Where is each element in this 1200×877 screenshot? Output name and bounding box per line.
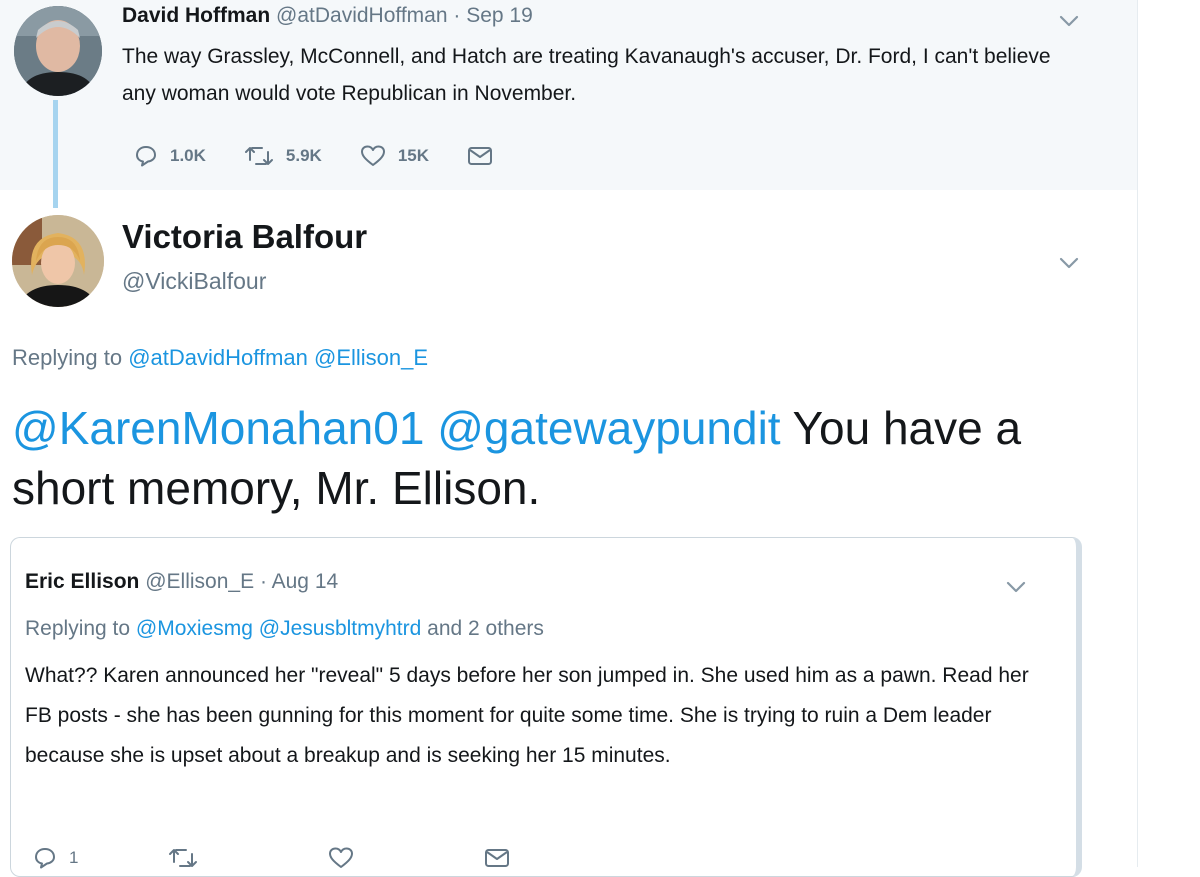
author-handle[interactable]: @Ellison_E — [145, 570, 254, 593]
reply-count: 1.0K — [170, 146, 206, 165]
retweet-button[interactable] — [168, 846, 198, 870]
tweet-header: David Hoffman @atDavidHoffman · Sep 19 — [122, 4, 533, 28]
tweet-actions: 1 — [33, 846, 548, 870]
replying-prefix: Replying to — [12, 345, 123, 370]
envelope-icon — [468, 147, 493, 165]
replying-to: Replying to @atDavidHoffman @Ellison_E — [12, 345, 428, 371]
like-count: 15K — [397, 146, 430, 165]
envelope-icon — [485, 849, 510, 867]
reply-icon — [35, 848, 55, 869]
timeline-border — [1137, 0, 1138, 867]
author-name[interactable]: Eric Ellison — [25, 570, 139, 593]
separator: · — [259, 570, 267, 593]
replying-suffix: and 2 others — [427, 617, 544, 640]
avatar[interactable] — [12, 215, 104, 307]
chevron-down-icon[interactable] — [1058, 256, 1080, 270]
mention-link[interactable]: @Moxiesmg — [136, 617, 253, 640]
retweet-icon — [244, 147, 273, 165]
thread-line — [53, 100, 58, 208]
tweet-date[interactable]: Aug 14 — [272, 570, 339, 593]
author-name[interactable]: David Hoffman — [122, 4, 270, 27]
tweet-actions: 1.0K 5.9K 15K — [134, 144, 531, 168]
retweet-icon — [169, 849, 198, 867]
author-handle[interactable]: @VickiBalfour — [122, 268, 266, 295]
reply-count: 1 — [69, 848, 79, 867]
reply-icon — [136, 146, 156, 167]
tweet-header: Eric Ellison @Ellison_E · Aug 14 — [25, 570, 338, 594]
dm-button[interactable] — [484, 847, 510, 869]
mention-link[interactable]: @Ellison_E — [314, 345, 428, 370]
author-name[interactable]: Victoria Balfour — [122, 218, 367, 256]
tweet-date[interactable]: Sep 19 — [466, 4, 533, 27]
reply-button[interactable]: 1 — [33, 846, 78, 870]
author-handle[interactable]: @atDavidHoffman — [276, 4, 448, 27]
like-button[interactable]: 15K — [360, 144, 429, 168]
reply-button[interactable]: 1.0K — [134, 144, 206, 168]
quoted-tweet[interactable]: Eric Ellison @Ellison_E · Aug 14 Replyin… — [10, 537, 1082, 877]
replying-prefix: Replying to — [25, 617, 131, 640]
tweet-text: What?? Karen announced her "reveal" 5 da… — [25, 664, 1029, 767]
retweet-button[interactable]: 5.9K — [244, 144, 322, 168]
parent-tweet[interactable]: David Hoffman @atDavidHoffman · Sep 19 T… — [0, 0, 1137, 208]
separator: · — [453, 4, 461, 27]
heart-icon — [360, 145, 385, 166]
retweet-count: 5.9K — [285, 146, 322, 165]
chevron-down-icon[interactable] — [1005, 580, 1027, 594]
tweet-text: The way Grassley, McConnell, and Hatch a… — [122, 45, 1051, 105]
replying-to: Replying to @Moxiesmg @Jesusbltmyhtrd an… — [25, 617, 544, 641]
avatar[interactable] — [14, 6, 102, 96]
heart-icon — [329, 847, 354, 868]
mention-link[interactable]: @gatewaypundit — [437, 402, 780, 454]
mention-link[interactable]: @Jesusbltmyhtrd — [259, 617, 422, 640]
mention-link[interactable]: @atDavidHoffman — [128, 345, 308, 370]
mention-link[interactable]: @KarenMonahan01 — [12, 402, 424, 454]
chevron-down-icon[interactable] — [1058, 14, 1080, 28]
dm-button[interactable] — [467, 145, 493, 167]
like-button[interactable] — [328, 846, 354, 870]
tweet-text: @KarenMonahan01 @gatewaypundit You have … — [12, 398, 1072, 518]
